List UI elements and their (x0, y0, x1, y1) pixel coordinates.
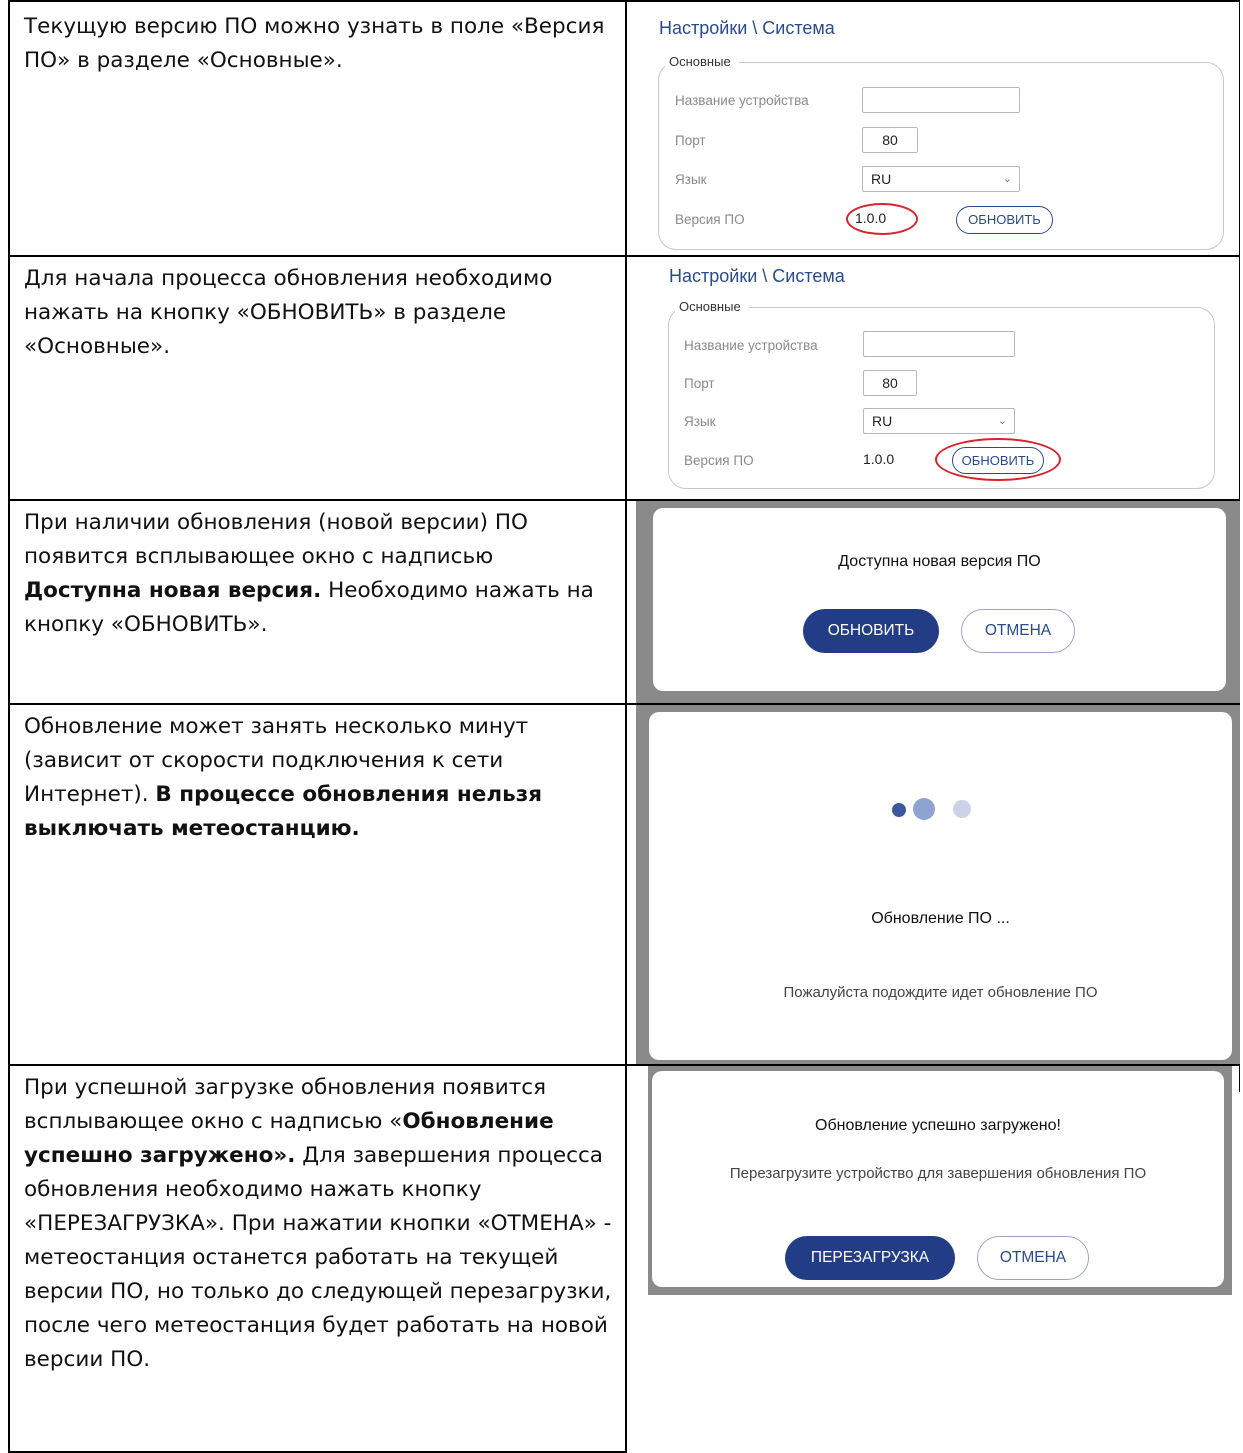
text-run-bold: Доступна новая версия. (24, 578, 322, 603)
device-name-label: Название устройства (684, 338, 818, 353)
row-1-instruction: Текущую версию ПО можно узнать в поле «В… (24, 14, 605, 73)
text-run: Для завершения процесса обновления необх… (24, 1143, 612, 1372)
text-run: При наличии обновления (новой версии) ПО… (24, 510, 528, 569)
row-3-instruction: При наличии обновления (новой версии) ПО… (24, 506, 614, 642)
settings-screenshot-update: Настройки \ Система Основные Название ус… (630, 257, 1230, 499)
update-button[interactable]: ОБНОВИТЬ (956, 206, 1053, 234)
device-name-label: Название устройства (675, 93, 809, 108)
dialog-message: Пожалуйста подождите идет обновление ПО (783, 984, 1098, 1001)
chevron-down-icon: ⌄ (997, 415, 1007, 427)
cancel-button[interactable]: ОТМЕНА (977, 1236, 1089, 1280)
port-field[interactable]: 80 (863, 370, 917, 396)
language-select[interactable]: RU ⌄ (862, 166, 1020, 192)
spinner-dot (913, 798, 935, 820)
port-field[interactable]: 80 (862, 127, 918, 153)
settings-screenshot-version: Настройки \ Система Основные Название ус… (630, 0, 1230, 255)
update-button[interactable]: ОБНОВИТЬ (803, 609, 939, 653)
breadcrumb: Настройки \ Система (659, 18, 835, 38)
dialog-title: Обновление ПО ... (871, 910, 1010, 927)
success-dialog: Обновление успешно загружено! Перезагруз… (652, 1071, 1224, 1287)
highlight-ellipse (935, 438, 1061, 481)
language-value: RU (871, 171, 892, 187)
new-version-dialog: Доступна новая версия ПО ОБНОВИТЬ ОТМЕНА (653, 508, 1226, 691)
dialog-title: Обновление успешно загружено! (815, 1117, 1061, 1134)
dialog-overlay: Доступна новая версия ПО ОБНОВИТЬ ОТМЕНА (636, 501, 1240, 703)
dialog-overlay: Обновление успешно загружено! Перезагруз… (648, 1066, 1232, 1295)
dialog-title: Доступна новая версия ПО (838, 553, 1041, 570)
version-label: Версия ПО (684, 453, 754, 468)
dialog-message: Перезагрузите устройство для завершения … (729, 1165, 1147, 1182)
highlight-ellipse (846, 203, 918, 235)
version-value: 1.0.0 (863, 451, 895, 467)
reboot-button[interactable]: ПЕРЕЗАГРУЗКА (785, 1236, 955, 1280)
port-label: Порт (675, 133, 706, 148)
row-4-instruction: Обновление может занять несколько минут … (24, 710, 614, 846)
language-select[interactable]: RU ⌄ (863, 408, 1015, 434)
dialog-overlay: Обновление ПО ... Пожалуйста подождите и… (636, 705, 1240, 1064)
table-border-left (8, 0, 10, 1453)
version-label: Версия ПО (675, 212, 745, 227)
spinner-dot (892, 803, 906, 817)
device-name-field[interactable] (862, 87, 1020, 113)
breadcrumb: Настройки \ Система (669, 266, 845, 286)
group-legend: Основные (675, 299, 749, 314)
updating-dialog: Обновление ПО ... Пожалуйста подождите и… (649, 712, 1232, 1060)
chevron-down-icon: ⌄ (1002, 173, 1012, 185)
language-value: RU (872, 413, 893, 429)
row-5-instruction: При успешной загрузке обновления появитс… (24, 1071, 614, 1377)
language-label: Язык (675, 172, 707, 187)
device-name-field[interactable] (863, 331, 1015, 357)
spinner-dot (953, 800, 971, 818)
group-legend: Основные (665, 54, 739, 69)
port-label: Порт (684, 376, 715, 391)
row-2-instruction: Для начала процесса обновления необходим… (24, 266, 553, 359)
cancel-button[interactable]: ОТМЕНА (961, 609, 1075, 653)
table-border-middle (625, 0, 627, 1453)
language-label: Язык (684, 414, 716, 429)
